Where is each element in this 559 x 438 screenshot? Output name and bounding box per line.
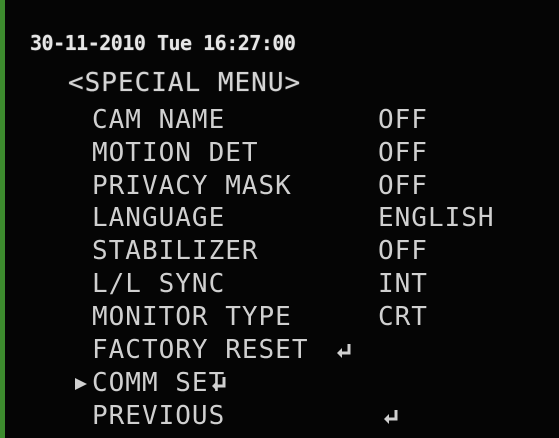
menu-item-motion-det[interactable]: MOTION DET OFF: [0, 138, 559, 170]
menu-item-label: CAM NAME: [92, 105, 226, 135]
menu-item-value: OFF: [378, 236, 428, 266]
menu-item-label: FACTORY RESET: [92, 335, 309, 365]
menu-item-label: COMM SET: [92, 368, 226, 398]
menu-item-monitor-type[interactable]: MONITOR TYPE CRT: [0, 302, 559, 334]
menu-item-ll-sync[interactable]: L/L SYNC INT: [0, 269, 559, 301]
menu-item-label: LANGUAGE: [92, 203, 226, 233]
menu-item-value: INT: [378, 269, 428, 299]
menu-item-value: OFF: [378, 138, 428, 168]
timestamp: 30-11-2010 Tue 16:27:00: [30, 31, 296, 55]
menu-item-label: MONITOR TYPE: [92, 302, 292, 332]
menu-item-value: OFF: [378, 105, 428, 135]
menu-item-label: L/L SYNC: [92, 269, 226, 299]
menu-item-stabilizer[interactable]: STABILIZER OFF: [0, 236, 559, 268]
menu-item-language[interactable]: LANGUAGE ENGLISH: [0, 203, 559, 235]
menu-item-factory-reset[interactable]: FACTORY RESET: [0, 335, 559, 367]
menu-item-value: CRT: [378, 302, 428, 332]
menu-item-label: MOTION DET: [92, 138, 259, 168]
menu-item-privacy-mask[interactable]: PRIVACY MASK OFF: [0, 171, 559, 203]
selection-arrow-icon: [74, 377, 88, 391]
menu-item-label: PRIVACY MASK: [92, 171, 292, 201]
menu-item-label: PREVIOUS: [92, 401, 226, 431]
menu-item-cam-name[interactable]: CAM NAME OFF: [0, 105, 559, 137]
enter-icon: [210, 375, 228, 398]
menu-item-label: STABILIZER: [92, 236, 259, 266]
menu-title: <SPECIAL MENU>: [68, 68, 302, 98]
menu-item-value: ENGLISH: [378, 203, 495, 233]
menu-item-previous[interactable]: PREVIOUS: [0, 401, 559, 433]
menu-item-comm-set[interactable]: COMM SET: [0, 368, 559, 400]
enter-icon: [335, 342, 353, 365]
enter-icon: [382, 408, 400, 431]
menu-item-value: OFF: [378, 171, 428, 201]
osd-screen: 30-11-2010 Tue 16:27:00 <SPECIAL MENU> C…: [0, 0, 559, 438]
